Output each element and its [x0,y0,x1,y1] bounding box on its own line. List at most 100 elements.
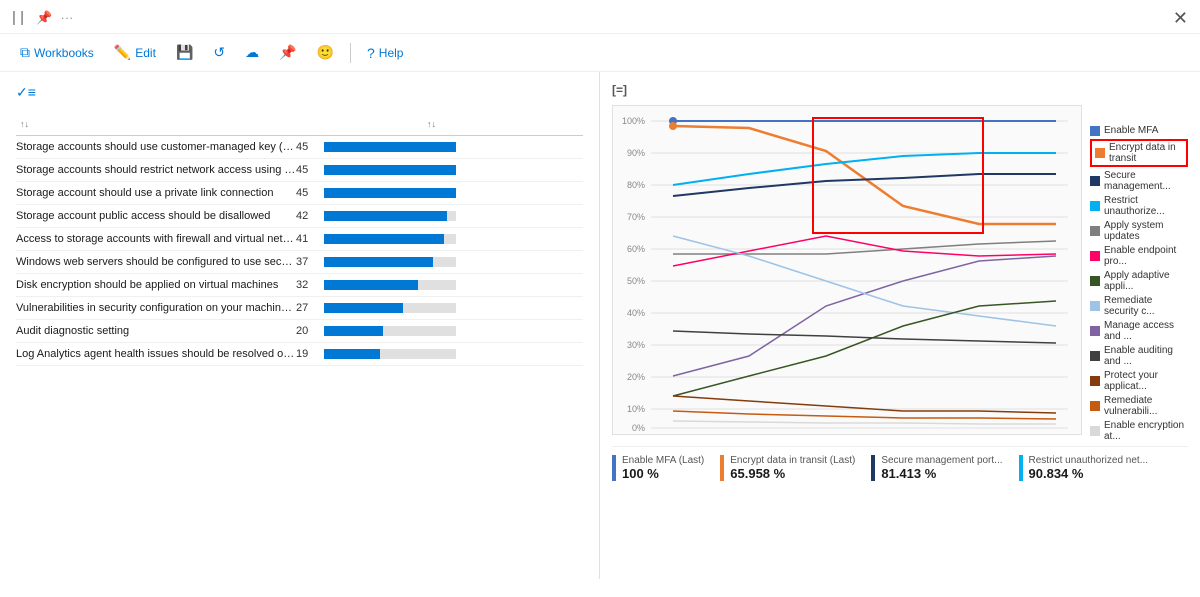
row-count-num: 45 [296,187,318,199]
table-row: Access to storage accounts with firewall… [16,228,583,251]
bar-fill [324,303,403,313]
row-count-cell: 45 [296,141,456,153]
legend-text: Apply adaptive appli... [1104,270,1188,292]
title-bar-left: | | 📌 ··· [12,9,74,28]
legend-item[interactable]: Apply adaptive appli... [1090,270,1188,292]
toolbar: ⧉ Workbooks ✏️ Edit 💾 ↺ ☁ 📌 🙂 ? Help [0,34,1200,72]
svg-text:50%: 50% [627,276,645,286]
svg-text:100%: 100% [622,116,645,126]
app-title: | | 📌 ··· [12,9,74,26]
row-count-cell: 42 [296,210,456,222]
legend-text: Enable endpoint pro... [1104,245,1188,267]
toolbar-smiley[interactable]: 🙂 [309,40,342,65]
help-label: Help [379,46,404,60]
col-name-header: ↑↓ [16,119,423,129]
table-row: Storage accounts should restrict network… [16,159,583,182]
legend-item[interactable]: Remediate security c... [1090,295,1188,317]
legend-item[interactable]: Restrict unauthorize... [1090,195,1188,217]
footer-value: 65.958 % [730,466,855,481]
chart-svg-container: 100% 90% 80% 70% 60% 50% 40% 30% 20% 10%… [612,105,1082,442]
footer-text: Enable MFA (Last) 100 % [622,455,704,481]
main-content: ✓≡ ↑↓ ↑↓ Storage accounts should use cus… [0,72,1200,579]
legend-item[interactable]: Encrypt data in transit [1090,139,1188,167]
footer-bar [871,455,875,481]
left-panel: ✓≡ ↑↓ ↑↓ Storage accounts should use cus… [0,72,600,579]
legend-dot [1090,126,1100,136]
svg-text:10%: 10% [627,404,645,414]
legend-dot [1090,276,1100,286]
legend-item[interactable]: Manage access and ... [1090,320,1188,342]
legend-dot [1090,326,1100,336]
row-count-cell: 37 [296,256,456,268]
footer-label: Encrypt data in transit (Last) [730,455,855,466]
legend-item[interactable]: Enable endpoint pro... [1090,245,1188,267]
legend-text: Protect your applicat... [1104,370,1188,392]
legend-text: Enable auditing and ... [1104,345,1188,367]
legend-text: Secure management... [1104,170,1188,192]
bar-container [324,326,456,336]
legend-text: Manage access and ... [1104,320,1188,342]
sort-count-icon[interactable]: ↑↓ [427,119,436,129]
footer-item: Restrict unauthorized net... 90.834 % [1019,455,1149,481]
row-count-cell: 41 [296,233,456,245]
legend-text: Remediate vulnerabili... [1104,395,1188,417]
legend-text: Enable encryption at... [1104,420,1188,442]
pin-icon[interactable]: 📌 [36,10,52,25]
legend-item[interactable]: Apply system updates [1090,220,1188,242]
row-count-num: 41 [296,233,318,245]
legend-item[interactable]: Enable MFA [1090,125,1188,136]
bar-fill [324,349,380,359]
edit-icon: ✏️ [114,44,131,61]
legend-dot [1090,376,1100,386]
toolbar-pin[interactable]: 📌 [271,40,304,65]
table-row: Vulnerabilities in security configuratio… [16,297,583,320]
row-count-num: 20 [296,325,318,337]
legend-text: Encrypt data in transit [1109,142,1183,164]
edit-label: Edit [135,46,156,60]
svg-text:0%: 0% [632,423,645,433]
row-count-num: 19 [296,348,318,360]
table-row: Storage account public access should be … [16,205,583,228]
table-row: Windows web servers should be configured… [16,251,583,274]
line-chart: 100% 90% 80% 70% 60% 50% 40% 30% 20% 10%… [612,105,1082,435]
legend-item[interactable]: Remediate vulnerabili... [1090,395,1188,417]
toolbar-refresh[interactable]: ↺ [205,40,233,65]
row-count-num: 42 [296,210,318,222]
table-header: ↑↓ ↑↓ [16,113,583,136]
row-name: Log Analytics agent health issues should… [16,348,296,360]
legend-item[interactable]: Protect your applicat... [1090,370,1188,392]
more-icon[interactable]: ··· [61,10,74,25]
bar-fill [324,211,447,221]
legend-dot [1090,301,1100,311]
row-name: Access to storage accounts with firewall… [16,233,296,245]
close-button[interactable]: ✕ [1173,8,1188,29]
bar-container [324,211,456,221]
chart-area: 100% 90% 80% 70% 60% 50% 40% 30% 20% 10%… [612,105,1188,442]
toolbar-cloud[interactable]: ☁ [237,40,267,65]
footer-bar [1019,455,1023,481]
row-name: Storage account should use a private lin… [16,187,296,199]
toolbar-help[interactable]: ? Help [359,41,411,65]
bar-container [324,257,456,267]
bar-container [324,142,456,152]
legend-item[interactable]: Enable encryption at... [1090,420,1188,442]
toolbar-workbooks[interactable]: ⧉ Workbooks [12,40,102,65]
sort-name-icon[interactable]: ↑↓ [20,119,29,129]
legend-dot [1095,148,1105,158]
footer-label: Secure management port... [881,455,1002,466]
row-count-cell: 32 [296,279,456,291]
row-count-num: 37 [296,256,318,268]
legend-item[interactable]: Secure management... [1090,170,1188,192]
chart-legend: Enable MFA Encrypt data in transit Secur… [1090,105,1188,442]
legend-dot [1090,201,1100,211]
legend-item[interactable]: Enable auditing and ... [1090,345,1188,367]
legend-text: Remediate security c... [1104,295,1188,317]
toolbar-save[interactable]: 💾 [168,40,201,65]
cloud-icon: ☁ [245,44,259,61]
bar-container [324,165,456,175]
toolbar-edit[interactable]: ✏️ Edit [106,40,164,65]
right-panel: [=] 100% 90% 80% 70% 60% 50% 40% 30% 20%… [600,72,1200,579]
chart-icon: [=] [612,83,627,97]
row-count-cell: 20 [296,325,456,337]
toolbar-divider [350,43,351,63]
